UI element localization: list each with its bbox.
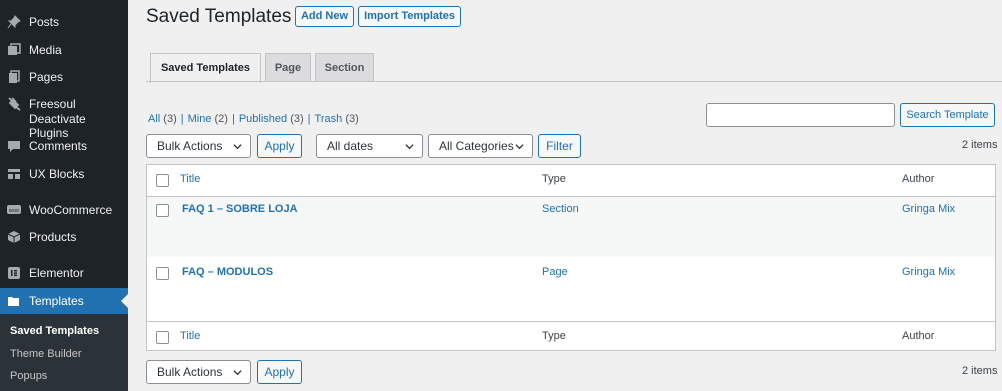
dates-select[interactable]: All dates <box>316 134 423 158</box>
filter-published-link[interactable]: Published (3) <box>239 113 304 125</box>
status-filter-links: All (3) | Mine (2) | Published (3) | Trash (3) <box>148 113 359 125</box>
menu-label: Products <box>29 230 77 244</box>
tabs-divider <box>146 81 1002 82</box>
submenu-theme-builder[interactable]: Theme Builder <box>10 348 82 360</box>
plug-icon <box>7 97 21 111</box>
row-author-link[interactable]: Gringa Mix <box>902 203 955 215</box>
column-title-sort-footer[interactable]: Title <box>180 330 200 342</box>
bulk-actions-select-bottom[interactable]: Bulk Actions <box>146 360 251 384</box>
menu-label: WooCommerce <box>29 203 113 217</box>
row-author-link[interactable]: Gringa Mix <box>902 266 955 278</box>
tab-section[interactable]: Section <box>315 53 374 82</box>
chevron-down-icon <box>515 142 524 151</box>
menu-label: Media <box>29 43 62 57</box>
filter-all-link[interactable]: All (3) <box>148 113 177 125</box>
tab-saved-templates[interactable]: Saved Templates <box>150 53 261 83</box>
column-author-footer: Author <box>902 330 935 342</box>
menu-label: Pages <box>29 70 64 84</box>
filter-button[interactable]: Filter <box>538 134 581 158</box>
menu-woocommerce[interactable]: woo WooCommerce <box>0 203 128 217</box>
select-all-checkbox-footer[interactable] <box>156 331 169 344</box>
admin-sidebar: Posts Media Pages Freesoul Deactivate Pl… <box>0 0 128 391</box>
menu-ux-blocks[interactable]: UX Blocks <box>0 167 128 181</box>
comments-icon <box>7 139 21 153</box>
svg-text:woo: woo <box>9 208 19 214</box>
filter-mine-link[interactable]: Mine (2) <box>188 113 228 125</box>
submenu-popups[interactable]: Popups <box>10 370 47 382</box>
menu-templates[interactable]: Templates <box>0 288 128 314</box>
menu-label: Comments <box>29 139 88 153</box>
categories-select[interactable]: All Categories <box>428 134 533 158</box>
elementor-icon <box>7 266 21 280</box>
menu-freesoul[interactable]: Freesoul Deactivate Plugins <box>0 97 128 140</box>
menu-label: UX Blocks <box>29 167 85 181</box>
row-title-link[interactable]: FAQ – MODULOS <box>182 266 273 278</box>
main-content: Saved Templates Add New Import Templates… <box>128 0 1002 391</box>
apply-button[interactable]: Apply <box>257 134 302 158</box>
row-title-link[interactable]: FAQ 1 – SOBRE LOJA <box>182 203 298 215</box>
row-checkbox[interactable] <box>156 267 169 280</box>
menu-label: Freesoul <box>29 97 76 111</box>
woocommerce-icon: woo <box>7 203 21 217</box>
menu-label: Templates <box>29 294 84 308</box>
chevron-down-icon <box>233 142 242 151</box>
pin-icon <box>7 15 21 29</box>
bulk-actions-select[interactable]: Bulk Actions <box>146 134 251 158</box>
chevron-down-icon <box>405 142 414 151</box>
menu-posts[interactable]: Posts <box>0 15 128 29</box>
filter-trash-link[interactable]: Trash (3) <box>315 113 359 125</box>
column-author: Author <box>902 173 935 185</box>
tab-page[interactable]: Page <box>265 53 311 82</box>
row-type-link[interactable]: Section <box>542 203 579 215</box>
search-template-button[interactable]: Search Template <box>900 103 995 127</box>
menu-pages[interactable]: Pages <box>0 70 128 84</box>
items-count-bottom: 2 items <box>962 365 998 377</box>
menu-label: Posts <box>29 15 60 29</box>
add-new-button[interactable]: Add New <box>295 6 354 27</box>
row-checkbox[interactable] <box>156 204 169 217</box>
table-row: FAQ – MODULOS Page Gringa Mix <box>147 257 995 320</box>
column-type: Type <box>542 173 566 185</box>
submenu-saved-templates[interactable]: Saved Templates <box>10 325 99 337</box>
products-icon <box>7 230 21 244</box>
pages-icon <box>7 70 21 84</box>
folder-icon <box>7 294 21 308</box>
table-footer-row: Title Type Author <box>147 322 995 350</box>
table-row: FAQ 1 – SOBRE LOJA Section Gringa Mix <box>147 197 995 257</box>
page-title: Saved Templates <box>146 6 292 27</box>
templates-table: Title Type Author FAQ 1 – SOBRE LOJA Sec… <box>146 164 996 351</box>
search-input[interactable] <box>706 103 895 127</box>
menu-elementor[interactable]: Elementor <box>0 266 128 280</box>
menu-products[interactable]: Products <box>0 230 128 244</box>
chevron-down-icon <box>233 368 242 377</box>
row-type-link[interactable]: Page <box>542 266 568 278</box>
blocks-icon <box>7 167 21 181</box>
menu-label: Elementor <box>29 266 84 280</box>
select-all-checkbox[interactable] <box>156 174 169 187</box>
menu-comments[interactable]: Comments <box>0 139 128 153</box>
media-icon <box>7 43 21 57</box>
import-templates-button[interactable]: Import Templates <box>358 6 461 27</box>
table-header-row: Title Type Author <box>147 165 995 196</box>
column-type-footer: Type <box>542 330 566 342</box>
apply-button-bottom[interactable]: Apply <box>257 360 302 384</box>
menu-label-line2: Deactivate Plugins <box>29 112 86 140</box>
menu-media[interactable]: Media <box>0 43 128 57</box>
items-count: 2 items <box>962 139 998 151</box>
templates-submenu: Saved Templates Theme Builder Popups <box>0 314 128 391</box>
column-title-sort[interactable]: Title <box>180 173 200 185</box>
